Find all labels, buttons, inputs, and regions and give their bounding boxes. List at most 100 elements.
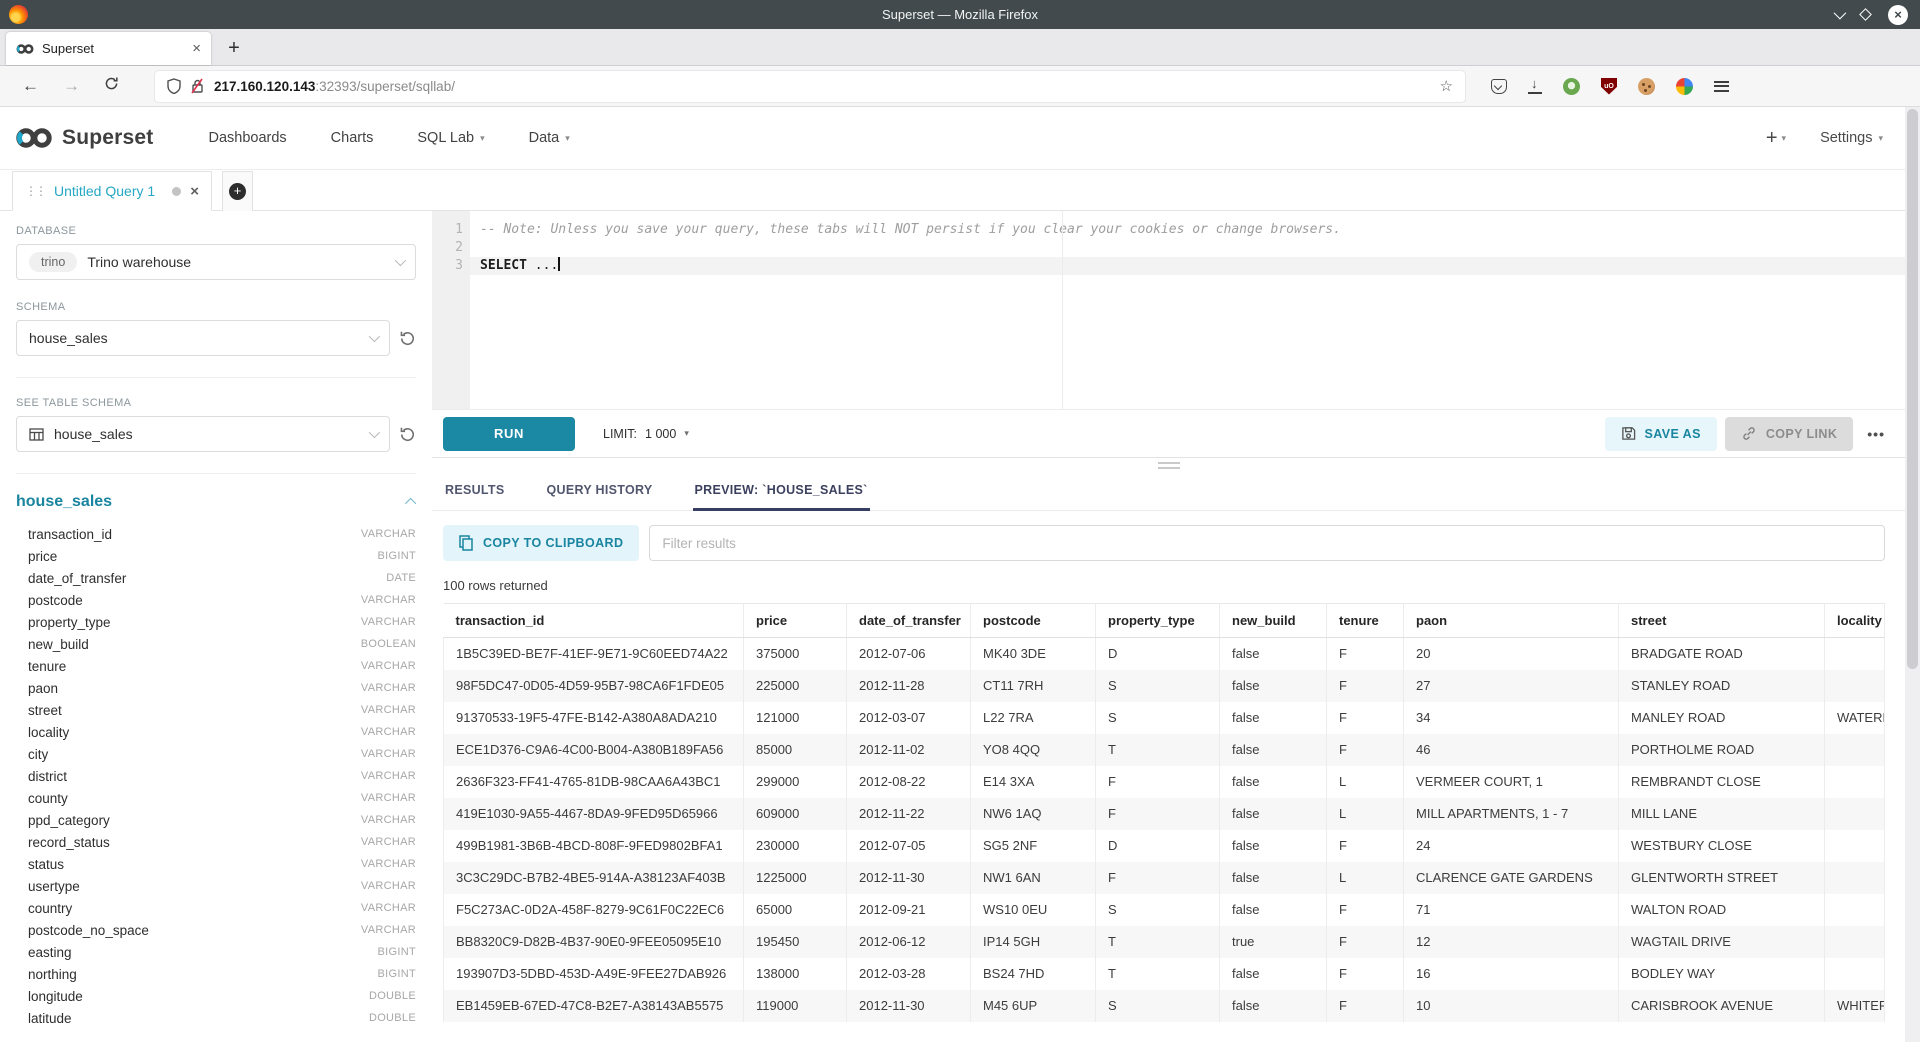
column-row[interactable]: latitude DOUBLE [16,1007,416,1029]
column-row[interactable]: postcode_no_space VARCHAR [16,919,416,941]
column-row[interactable]: status VARCHAR [16,853,416,875]
column-row[interactable]: street VARCHAR [16,699,416,721]
table-row[interactable]: 2636F323-FF41-4765-81DB-98CAA6A43BC1 299… [444,766,1885,798]
database-select[interactable]: trino Trino warehouse [16,244,416,280]
column-row[interactable]: record_status VARCHAR [16,831,416,853]
save-as-button[interactable]: SAVE AS [1605,417,1717,451]
column-row[interactable]: transaction_id VARCHAR [16,523,416,545]
privacy-badger-icon[interactable] [1563,78,1580,95]
superset-brand[interactable]: Superset [14,126,153,150]
pane-drag-handle-icon[interactable] [1158,462,1180,469]
tab-close-icon[interactable]: × [192,40,201,57]
tab-query-history[interactable]: QUERY HISTORY [545,475,655,511]
column-header[interactable]: transaction_id [444,604,744,638]
filter-results-input[interactable] [649,525,1885,561]
refresh-icon[interactable] [399,330,416,347]
column-row[interactable]: longitude DOUBLE [16,985,416,1007]
column-row[interactable]: paon VARCHAR [16,677,416,699]
column-row[interactable]: usertype VARCHAR [16,875,416,897]
new-query-tab-button[interactable]: + [222,171,253,211]
nav-item-charts[interactable]: Charts [331,130,374,146]
pocket-icon[interactable] [1491,79,1507,94]
reload-button[interactable] [104,76,119,96]
column-row[interactable]: tenure VARCHAR [16,655,416,677]
column-row[interactable]: locality VARCHAR [16,721,416,743]
forward-button[interactable]: → [63,76,80,96]
window-minimize-icon[interactable] [1834,7,1847,20]
nav-item-sql-lab[interactable]: SQL Lab▾ [417,130,484,146]
column-header[interactable]: paon [1404,604,1619,638]
scrollbar-thumb[interactable] [1907,109,1918,669]
menu-hamburger-icon[interactable] [1714,81,1729,92]
tab-preview-house-sales[interactable]: PREVIEW: `HOUSE_SALES` [693,475,870,511]
column-row[interactable]: date_of_transfer DATE [16,567,416,589]
editor-code-area[interactable]: -- Note: Unless you save your query, the… [470,211,1905,409]
browser-tab[interactable]: Superset × [6,32,211,65]
query-tab-untitled-query-1[interactable]: ⋮⋮ Untitled Query 1 × [12,171,212,211]
column-row[interactable]: county VARCHAR [16,787,416,809]
ublock-origin-icon[interactable]: uO [1601,78,1617,95]
page-scrollbar[interactable] [1905,107,1920,1042]
nav-item-data[interactable]: Data▾ [529,130,570,146]
tracking-shield-icon[interactable] [167,78,181,94]
column-row[interactable]: ppd_category VARCHAR [16,809,416,831]
table-row[interactable]: BB8320C9-D82B-4B37-90E0-9FEE05095E10 195… [444,926,1885,958]
table-row[interactable]: 419E1030-9A55-4467-8DA9-9FED95D65966 609… [444,798,1885,830]
column-row[interactable]: country VARCHAR [16,897,416,919]
table-row[interactable]: 98F5DC47-0D05-4D59-95B7-98CA6F1FDE05 225… [444,670,1885,702]
bookmark-star-icon[interactable]: ☆ [1440,77,1453,95]
refresh-icon[interactable] [399,426,416,443]
table-row[interactable]: 499B1981-3B6B-4BCD-808F-9FED9802BFA1 230… [444,830,1885,862]
column-row[interactable]: property_type VARCHAR [16,611,416,633]
table-name-heading[interactable]: house_sales [16,493,112,511]
window-close-icon[interactable]: × [1888,5,1908,25]
settings-menu[interactable]: Settings▾ [1820,130,1883,146]
column-row[interactable]: district VARCHAR [16,765,416,787]
new-tab-button[interactable]: + [219,33,249,63]
table-row[interactable]: ECE1D376-C9A6-4C00-B004-A380B189FA56 850… [444,734,1885,766]
column-header[interactable]: price [744,604,847,638]
run-button[interactable]: RUN [443,417,575,451]
column-row[interactable]: city VARCHAR [16,743,416,765]
column-name: property_type [28,615,111,630]
add-new-menu[interactable]: +▾ [1766,127,1786,150]
back-button[interactable]: ← [22,76,39,96]
column-row[interactable]: new_build BOOLEAN [16,633,416,655]
window-maximize-icon[interactable] [1859,8,1872,21]
copy-link-button[interactable]: COPY LINK [1725,417,1853,451]
column-header[interactable]: postcode [971,604,1096,638]
copy-to-clipboard-button[interactable]: COPY TO CLIPBOARD [443,525,639,561]
limit-dropdown[interactable]: LIMIT: 1 000 ▾ [603,427,689,441]
insecure-lock-icon[interactable] [190,78,205,94]
column-header[interactable]: tenure [1327,604,1404,638]
column-header[interactable]: new_build [1220,604,1327,638]
extension-icon[interactable] [1676,78,1693,95]
tab-results[interactable]: RESULTS [443,475,507,511]
collapse-chevron-up-icon[interactable] [405,498,416,509]
column-header[interactable]: date_of_transfer [847,604,971,638]
drag-handle-icon[interactable]: ⋮⋮ [25,184,45,198]
column-name: northing [28,967,77,982]
schema-select[interactable]: house_sales [16,320,390,356]
table-row[interactable]: 193907D3-5DBD-453D-A49E-9FEE27DAB926 138… [444,958,1885,990]
column-header[interactable]: street [1619,604,1825,638]
nav-item-dashboards[interactable]: Dashboards [208,130,286,146]
downloads-icon[interactable] [1528,79,1542,94]
table-row[interactable]: 1B5C39ED-BE7F-41EF-9E71-9C60EED74A22 375… [444,638,1885,670]
table-row[interactable]: EB1459EB-67ED-47C8-B2E7-A38143AB5575 119… [444,990,1885,1022]
column-row[interactable]: postcode VARCHAR [16,589,416,611]
more-actions-button[interactable]: ••• [1867,426,1885,442]
query-tab-close-icon[interactable]: × [190,183,199,200]
column-header[interactable]: locality [1825,604,1885,638]
table-select[interactable]: house_sales [16,416,390,452]
column-header[interactable]: property_type [1096,604,1220,638]
column-row[interactable]: price BIGINT [16,545,416,567]
sql-editor[interactable]: 123 -- Note: Unless you save your query,… [432,211,1905,410]
column-row[interactable]: easting BIGINT [16,941,416,963]
table-row[interactable]: F5C273AC-0D2A-458F-8279-9C61F0C22EC6 650… [444,894,1885,926]
column-row[interactable]: northing BIGINT [16,963,416,985]
table-row[interactable]: 91370533-19F5-47FE-B142-A380A8ADA210 121… [444,702,1885,734]
table-row[interactable]: 3C3C29DC-B7B2-4BE5-914A-A38123AF403B 122… [444,862,1885,894]
cookie-extension-icon[interactable] [1638,78,1655,95]
url-field[interactable]: 217.160.120.143:32393/superset/sqllab/ ☆ [155,71,1465,102]
